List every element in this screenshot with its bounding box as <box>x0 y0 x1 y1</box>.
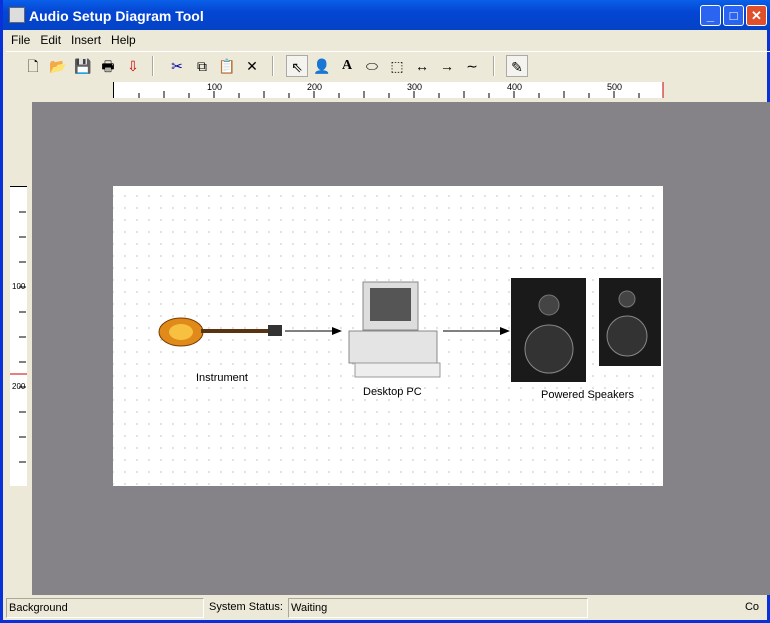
pencil-icon[interactable]: ✎ <box>506 55 528 77</box>
ruler-label: 200 <box>307 82 323 92</box>
status-panel-left: Background <box>6 598 204 618</box>
print-icon[interactable]: 🖶 <box>97 55 119 77</box>
node-label: Instrument <box>196 372 248 384</box>
double-arrow-icon[interactable]: ↔ <box>411 55 433 77</box>
menu-insert[interactable]: Insert <box>66 30 106 50</box>
toolbar-separator <box>493 56 495 76</box>
save-icon[interactable]: 💾 <box>72 55 94 77</box>
delete-icon[interactable]: ✕ <box>241 55 263 77</box>
minimize-button[interactable]: _ <box>700 5 721 26</box>
toolbar-separator <box>272 56 274 76</box>
rectangle-icon[interactable]: ⬚ <box>386 55 408 77</box>
curve-icon[interactable]: ∼ <box>461 55 483 77</box>
menu-file[interactable]: File <box>6 30 35 50</box>
menu-edit[interactable]: Edit <box>35 30 66 50</box>
paste-icon[interactable]: 📋 <box>216 55 238 77</box>
ruler-label: 200 <box>12 382 26 391</box>
ruler-label: 300 <box>407 82 423 92</box>
status-bar: Background System Status: Waiting Co <box>6 597 770 620</box>
app-icon <box>9 7 25 23</box>
status-label: System Status: <box>209 601 283 613</box>
toolbar-separator <box>152 56 154 76</box>
workspace: Instrument Desktop PC Powered Speakers <box>32 102 770 595</box>
open-icon[interactable]: 📂 <box>47 55 69 77</box>
new-icon[interactable]: 🗋 <box>22 55 44 77</box>
close-button[interactable]: ✕ <box>746 5 767 26</box>
bass-guitar-icon[interactable] <box>158 317 282 347</box>
node-label: Powered Speakers <box>541 389 634 401</box>
menu-bar: File Edit Insert Help <box>6 30 770 50</box>
vertical-ruler: 100 200 <box>10 186 27 486</box>
status-value: Waiting <box>288 598 588 618</box>
window-title: Audio Setup Diagram Tool <box>29 8 204 24</box>
horizontal-ruler: 100 200 300 400 500 <box>113 82 664 98</box>
ellipse-icon[interactable]: ⬭ <box>361 55 383 77</box>
speakers-icon[interactable] <box>511 278 661 382</box>
menu-help[interactable]: Help <box>106 30 141 50</box>
app-window: Audio Setup Diagram Tool _ □ ✕ File Edit I… <box>0 0 770 623</box>
desktop-computer-icon[interactable] <box>348 281 441 378</box>
copy-icon[interactable]: ⧉ <box>191 55 213 77</box>
person-icon[interactable]: 👤 <box>311 55 333 77</box>
title-bar: Audio Setup Diagram Tool _ □ ✕ <box>3 0 770 30</box>
pointer-icon[interactable]: ⇖ <box>286 55 308 77</box>
node-label: Desktop PC <box>363 386 422 398</box>
ruler-label: 100 <box>207 82 223 92</box>
export-icon[interactable]: ⇩ <box>122 55 144 77</box>
text-icon[interactable]: A <box>336 55 358 77</box>
maximize-button[interactable]: □ <box>723 5 744 26</box>
arrow-icon[interactable]: → <box>436 55 458 77</box>
diagram-canvas[interactable]: Instrument Desktop PC Powered Speakers <box>113 186 663 486</box>
toolbar: 🗋 📂 💾 🖶 ⇩ ✂ ⧉ 📋 ✕ ⇖ 👤 A ⬭ ⬚ ↔ → ∼ ✎ <box>6 51 770 79</box>
cut-icon[interactable]: ✂ <box>166 55 188 77</box>
ruler-label: 100 <box>12 282 26 291</box>
ruler-label: 400 <box>507 82 523 92</box>
ruler-label: 500 <box>607 82 623 92</box>
status-panel-right: Co <box>744 601 759 613</box>
